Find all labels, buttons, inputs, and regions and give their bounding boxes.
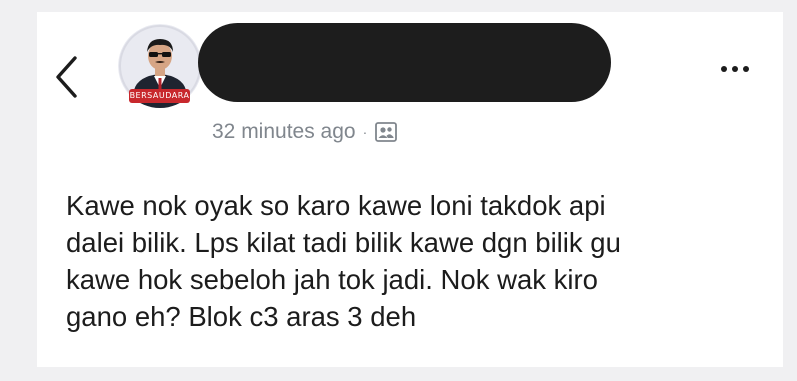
post-meta: 32 minutes ago · (212, 117, 398, 147)
more-dot-icon (743, 66, 749, 72)
back-button[interactable] (53, 54, 83, 100)
more-dot-icon (732, 66, 738, 72)
timestamp[interactable]: 32 minutes ago (212, 120, 356, 144)
meta-separator: · (362, 124, 368, 140)
more-options-button[interactable] (717, 62, 753, 76)
author-name-redacted (198, 23, 611, 102)
post-card: BERSAUDARA 32 minutes ago · Kawe nok oya… (37, 12, 783, 367)
friends-icon (375, 122, 398, 142)
post-body: Kawe nok oyak so karo kawe loni takdok a… (66, 190, 621, 332)
avatar-caption: BERSAUDARA (129, 89, 190, 103)
more-dot-icon (721, 66, 727, 72)
audience-button[interactable] (375, 122, 398, 142)
chevron-left-icon (56, 56, 77, 98)
